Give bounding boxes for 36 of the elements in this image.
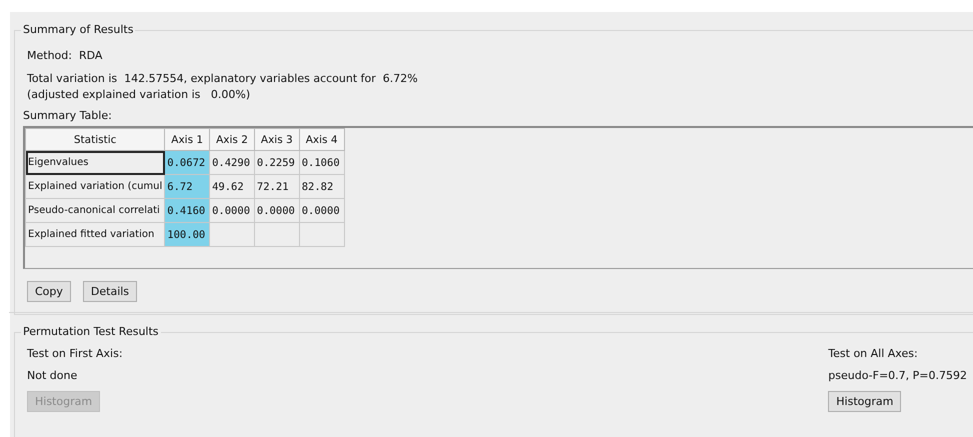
method-value: RDA [78, 49, 102, 62]
table-cell: 6.72 [164, 174, 210, 198]
group-title: Permutation Test Results [21, 325, 161, 338]
table-cell: Explained variation (cumul [26, 174, 165, 198]
table-cell: Eigenvalues [26, 150, 165, 174]
table-cell: 0.0672 [164, 150, 210, 174]
table-cell: 0.2259 [254, 150, 300, 174]
column-header[interactable]: Axis 4 [299, 128, 344, 150]
table-cell: 0.4160 [164, 198, 210, 222]
table-cell: 49.62 [210, 174, 254, 198]
method-label: Method: [27, 49, 72, 62]
column-header[interactable]: Axis 3 [254, 128, 300, 150]
table-cell: 72.21 [254, 174, 300, 198]
action-button[interactable]: Copy [27, 281, 71, 302]
column-header[interactable]: Axis 1 [164, 128, 210, 150]
test-label: Test on First Axis: [27, 347, 123, 360]
table-cell: 0.4290 [210, 150, 254, 174]
table-cell: Pseudo-canonical correlati [26, 198, 165, 222]
test-label: Test on All Axes: [828, 347, 918, 360]
table-cell: 82.82 [299, 174, 344, 198]
table-cell: 0.1060 [299, 150, 344, 174]
table-cell: 0.0000 [210, 198, 254, 222]
group-title: Summary of Results [21, 23, 136, 36]
table-label: Summary Table: [23, 109, 113, 122]
action-button[interactable]: Histogram [828, 391, 902, 412]
table-cell: 0.0000 [299, 198, 344, 222]
test-result: pseudo-F=0.7, P=0.7592 [828, 369, 967, 382]
test-result: Not done [27, 369, 78, 382]
action-button[interactable]: Details [82, 281, 138, 302]
column-header[interactable]: Axis 2 [210, 128, 254, 150]
table-cell: 0.0000 [254, 198, 300, 222]
table-cell: 100.00 [164, 222, 210, 246]
table-cell: Explained fitted variation [26, 222, 165, 246]
column-header[interactable]: Statistic [26, 128, 165, 150]
summary-text: (adjusted explained variation is 0.00%) [27, 88, 252, 101]
summary-text: Total variation is 142.57554, explanatory variables account for 6.72% [27, 72, 419, 85]
